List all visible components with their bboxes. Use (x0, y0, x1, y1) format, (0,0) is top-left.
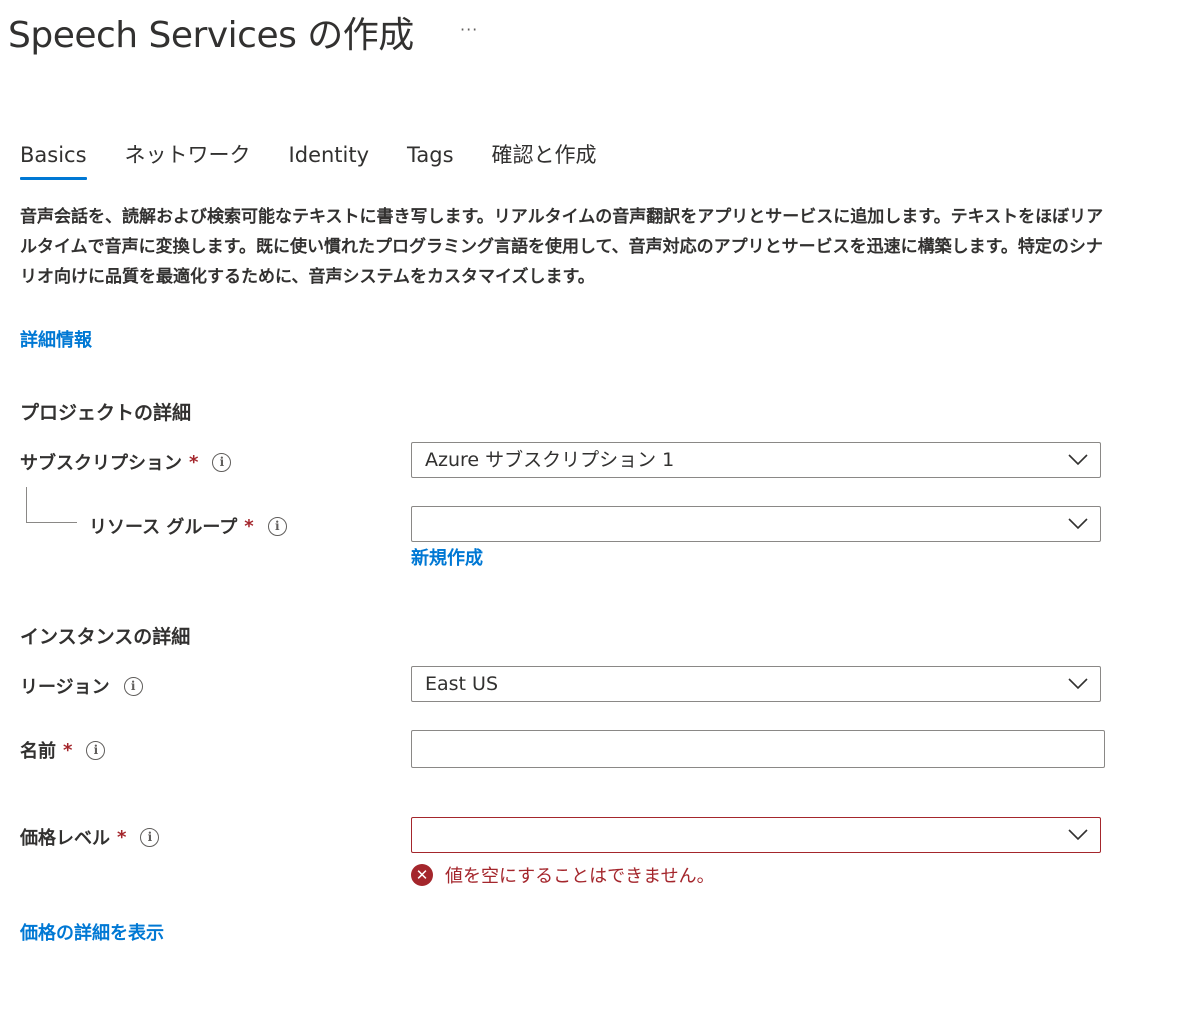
pricing-tier-label: 価格レベル * i (20, 824, 160, 850)
learn-more-link[interactable]: 詳細情報 (20, 326, 92, 352)
region-label: リージョン i (20, 673, 143, 699)
chevron-down-icon (1068, 829, 1088, 841)
name-label: 名前 * i (20, 737, 106, 763)
subscription-label: サブスクリプション * i (20, 449, 232, 475)
tab-network[interactable]: ネットワーク (125, 138, 251, 182)
instance-details-heading: インスタンスの詳細 (20, 626, 191, 648)
required-asterisk: * (244, 515, 254, 537)
info-icon[interactable]: i (212, 452, 232, 472)
error-message: 値を空にすることはできません。 (445, 866, 715, 887)
chevron-down-icon (1068, 454, 1088, 466)
region-value: East US (425, 673, 499, 695)
view-pricing-details-link[interactable]: 価格の詳細を表示 (20, 919, 164, 945)
pricing-tier-dropdown[interactable] (411, 817, 1101, 853)
title-row: Speech Services の作成 (8, 6, 414, 58)
tree-connector (26, 487, 77, 523)
info-icon[interactable]: i (267, 516, 287, 536)
tab-tags[interactable]: Tags (407, 138, 454, 182)
region-label-text: リージョン (20, 677, 110, 698)
page-title: Speech Services の作成 (8, 15, 414, 56)
tab-bar: Basics ネットワーク Identity Tags 確認と作成 (20, 138, 635, 184)
more-icon[interactable]: ··· (460, 20, 478, 39)
tab-review-create[interactable]: 確認と作成 (492, 138, 597, 182)
resource-group-dropdown[interactable] (411, 506, 1101, 542)
name-input[interactable] (411, 730, 1105, 768)
project-details-heading: プロジェクトの詳細 (20, 402, 192, 424)
create-speech-services-page: Speech Services の作成 ··· Basics ネットワーク Id… (0, 0, 1200, 1033)
chevron-down-icon (1068, 678, 1088, 690)
subscription-label-text: サブスクリプション (20, 453, 182, 474)
info-icon[interactable]: i (140, 827, 160, 847)
region-dropdown[interactable]: East US (411, 666, 1101, 702)
info-icon[interactable]: i (86, 740, 106, 760)
pricing-tier-label-text: 価格レベル (20, 828, 110, 849)
tab-identity[interactable]: Identity (289, 138, 369, 182)
subscription-value: Azure サブスクリプション 1 (425, 449, 675, 471)
resource-group-label: リソース グループ * i (89, 513, 287, 539)
service-description: 音声会話を、読解および検索可能なテキストに書き写します。リアルタイムの音声翻訳を… (20, 207, 1104, 287)
info-icon[interactable]: i (123, 676, 143, 696)
error-icon: ✕ (411, 864, 433, 886)
required-asterisk: * (63, 739, 73, 761)
subscription-dropdown[interactable]: Azure サブスクリプション 1 (411, 442, 1101, 478)
validation-error: ✕ 値を空にすることはできません。 (411, 862, 715, 888)
required-asterisk: * (117, 826, 127, 848)
tab-basics[interactable]: Basics (20, 138, 87, 182)
create-new-resource-group-link[interactable]: 新規作成 (411, 544, 483, 570)
required-asterisk: * (189, 451, 199, 473)
chevron-down-icon (1068, 518, 1088, 530)
resource-group-label-text: リソース グループ (89, 517, 238, 538)
name-label-text: 名前 (20, 741, 56, 762)
